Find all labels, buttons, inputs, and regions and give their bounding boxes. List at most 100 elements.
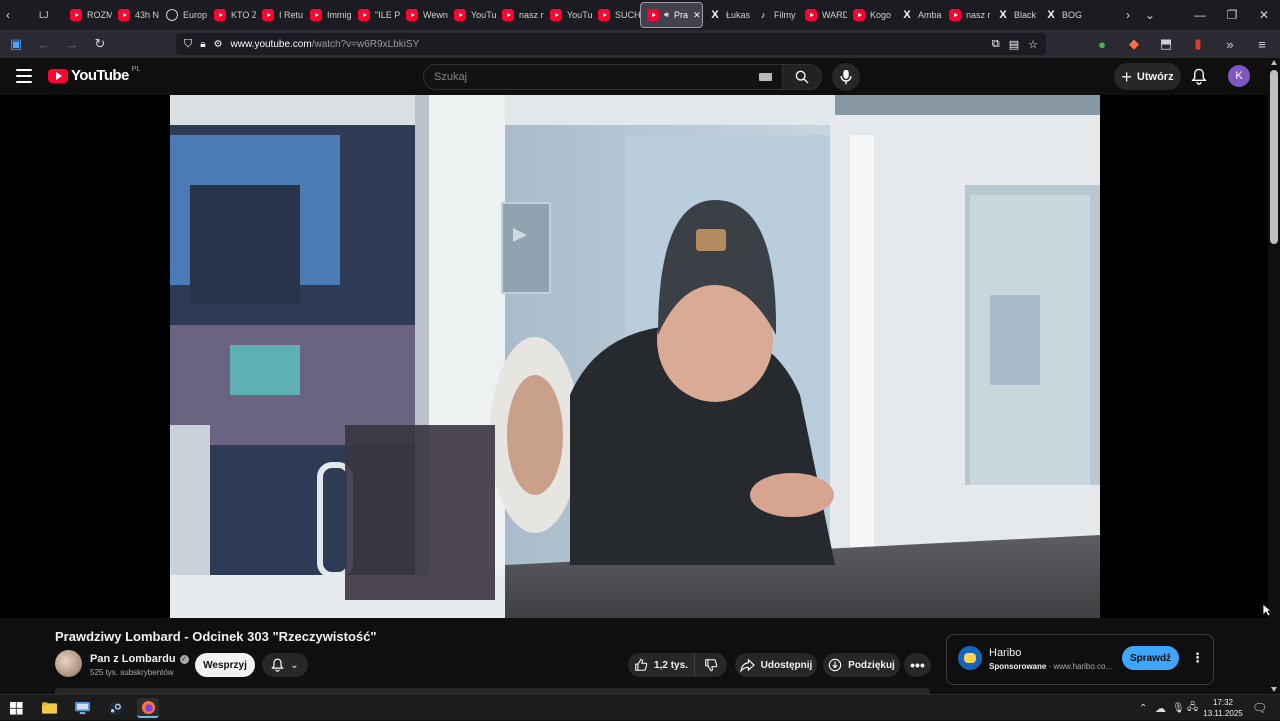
browser-tab-label: YouTu xyxy=(471,10,496,20)
guide-menu-icon[interactable] xyxy=(16,69,32,83)
browser-tab[interactable]: 🔊︎ Pra ✕ xyxy=(640,2,703,28)
share-button[interactable]: Udostępnij xyxy=(735,653,817,677)
search-button[interactable] xyxy=(782,64,822,90)
tray-overflow-icon[interactable]: ⌃ xyxy=(1139,695,1147,721)
extensions-puzzle-icon[interactable]: ⬒ xyxy=(1154,32,1178,56)
reload-icon[interactable]: ↻ xyxy=(88,32,112,56)
browser-tab[interactable]: nasz r xyxy=(943,2,991,28)
browser-tab[interactable]: ROZM xyxy=(64,2,112,28)
steam-icon[interactable] xyxy=(104,698,126,718)
browser-tab[interactable]: Kogo xyxy=(847,2,895,28)
start-icon[interactable] xyxy=(5,698,27,718)
browser-tab-label: 43h N xyxy=(135,10,160,20)
video-frame-image xyxy=(170,95,1100,618)
browser-tab[interactable]: Europ xyxy=(160,2,208,28)
remote-desktop-icon[interactable] xyxy=(71,698,93,718)
like-button[interactable]: 1,2 tys. xyxy=(628,653,694,677)
channel-name-row[interactable]: Pan z Lombardu ✓ xyxy=(90,653,189,665)
youtube-favicon-icon xyxy=(262,9,274,21)
browser-menu-icon[interactable]: ≡ xyxy=(1250,32,1274,56)
restore-icon[interactable]: ❐ xyxy=(1216,0,1248,30)
tabs-scroll-left-icon[interactable]: ‹ xyxy=(0,0,16,30)
sponsored-ad-card[interactable]: Haribo Sponsorowane · www.haribo.co... S… xyxy=(946,634,1214,685)
scroll-down-icon[interactable] xyxy=(1271,687,1277,692)
microphone-tray-icon[interactable]: 🎙︎ xyxy=(1172,695,1185,721)
reader-mode-icon[interactable]: ▤ xyxy=(1009,38,1019,51)
browser-tab-label: SUCH xyxy=(615,10,640,20)
forward-icon[interactable]: → xyxy=(60,32,84,56)
support-button[interactable]: Wesprzyj xyxy=(195,653,255,677)
bookmark-star-icon[interactable]: ☆ xyxy=(1028,38,1038,51)
shield-icon[interactable]: ⛉ xyxy=(184,38,192,51)
extension-fox-icon[interactable]: ◆ xyxy=(1122,32,1146,56)
search-input[interactable] xyxy=(434,71,734,83)
browser-tab[interactable]: YouTu xyxy=(544,2,592,28)
minimize-icon[interactable]: — xyxy=(1184,0,1216,30)
browser-tab[interactable]: LJ xyxy=(16,2,64,28)
browser-tab[interactable]: YouTu xyxy=(448,2,496,28)
more-horizontal-icon: ••• xyxy=(910,657,925,673)
scrollbar-thumb[interactable] xyxy=(1270,70,1278,244)
dislike-button[interactable] xyxy=(694,653,727,677)
channel-name[interactable]: Pan z Lombardu xyxy=(90,653,176,665)
browser-tab[interactable]: X Black xyxy=(991,2,1039,28)
browser-tab[interactable]: Immig xyxy=(304,2,352,28)
tabs-scroll-right-icon[interactable]: › xyxy=(1120,0,1136,30)
tab-audio-icon[interactable]: 🔊︎ xyxy=(664,10,669,20)
browser-tab[interactable]: nasz n xyxy=(496,2,544,28)
firefox-icon[interactable] xyxy=(137,698,159,718)
browser-tab-label: Filmy xyxy=(774,10,796,20)
create-button[interactable]: + Utwórz xyxy=(1114,63,1181,90)
voice-search-button[interactable] xyxy=(832,63,860,91)
extension-shield-icon[interactable]: ● xyxy=(1090,32,1114,56)
more-tools-icon[interactable]: » xyxy=(1218,32,1242,56)
browser-tab[interactable]: WARD xyxy=(799,2,847,28)
lock-icon[interactable]: 🔒︎ xyxy=(200,39,205,50)
page-scrollbar[interactable] xyxy=(1268,58,1280,694)
permissions-icon[interactable]: ⚙ xyxy=(214,39,223,50)
youtube-logo[interactable]: YouTube PL xyxy=(48,66,140,84)
tab-list-chevron-icon[interactable]: ⌄ xyxy=(1136,0,1164,30)
file-explorer-icon[interactable] xyxy=(38,698,60,718)
browser-tab[interactable]: SUCH xyxy=(592,2,640,28)
youtube-favicon-icon xyxy=(118,9,130,21)
ad-menu-icon[interactable]: ⋮ xyxy=(1191,650,1204,666)
ad-cta-button[interactable]: Sprawdź xyxy=(1122,646,1179,670)
youtube-favicon-icon xyxy=(358,9,370,21)
x-favicon-icon: X xyxy=(903,9,911,21)
network-icon[interactable]: 🖧︎ xyxy=(1187,695,1198,721)
thanks-button[interactable]: Podziękuj xyxy=(823,653,900,677)
browser-tab[interactable]: X Amba xyxy=(895,2,943,28)
browser-tab[interactable]: KTO Z xyxy=(208,2,256,28)
browser-tab[interactable]: X BOG xyxy=(1039,2,1087,28)
notifications-bell-icon[interactable] xyxy=(1189,66,1209,86)
browser-tab[interactable]: ♪ Filmy xyxy=(751,2,799,28)
subscription-bell-button[interactable]: ⌄ xyxy=(262,653,308,677)
onedrive-icon[interactable]: ☁ xyxy=(1155,695,1166,721)
close-tab-icon[interactable]: ✕ xyxy=(693,10,701,21)
search-icon xyxy=(795,70,809,84)
youtube-favicon-icon xyxy=(853,9,865,21)
notifications-icon[interactable]: 🗨︎ xyxy=(1252,695,1267,721)
video-player[interactable] xyxy=(0,95,1272,618)
account-avatar[interactable]: K xyxy=(1228,65,1250,87)
browser-tab[interactable]: I Retu xyxy=(256,2,304,28)
back-icon[interactable]: ← xyxy=(32,32,56,56)
browser-tab[interactable]: Wewn xyxy=(400,2,448,28)
address-bar[interactable]: ⛉ 🔒︎ ⚙ www.youtube.com/watch?v=w6R9xLbki… xyxy=(176,33,1046,55)
taskbar-clock[interactable]: 17:32 13.11.2025 xyxy=(1201,697,1245,719)
super-thanks-icon xyxy=(828,658,842,672)
browser-tab[interactable]: "ILE P xyxy=(352,2,400,28)
more-actions-button[interactable]: ••• xyxy=(904,653,931,677)
x-favicon-icon: X xyxy=(1047,9,1055,21)
close-window-icon[interactable]: ✕ xyxy=(1248,0,1280,30)
browser-tab[interactable]: X Łukas xyxy=(703,2,751,28)
extension-badge-icon[interactable]: ▮ xyxy=(1186,32,1210,56)
channel-avatar[interactable] xyxy=(55,650,82,677)
scroll-up-icon[interactable] xyxy=(1271,60,1277,65)
sidebar-toggle-icon[interactable]: ▣ xyxy=(4,32,28,56)
video-frame[interactable] xyxy=(170,95,1100,618)
picture-in-picture-icon[interactable]: ⧉ xyxy=(992,38,1000,51)
browser-tab[interactable]: 43h N xyxy=(112,2,160,28)
keyboard-icon[interactable] xyxy=(759,73,772,81)
